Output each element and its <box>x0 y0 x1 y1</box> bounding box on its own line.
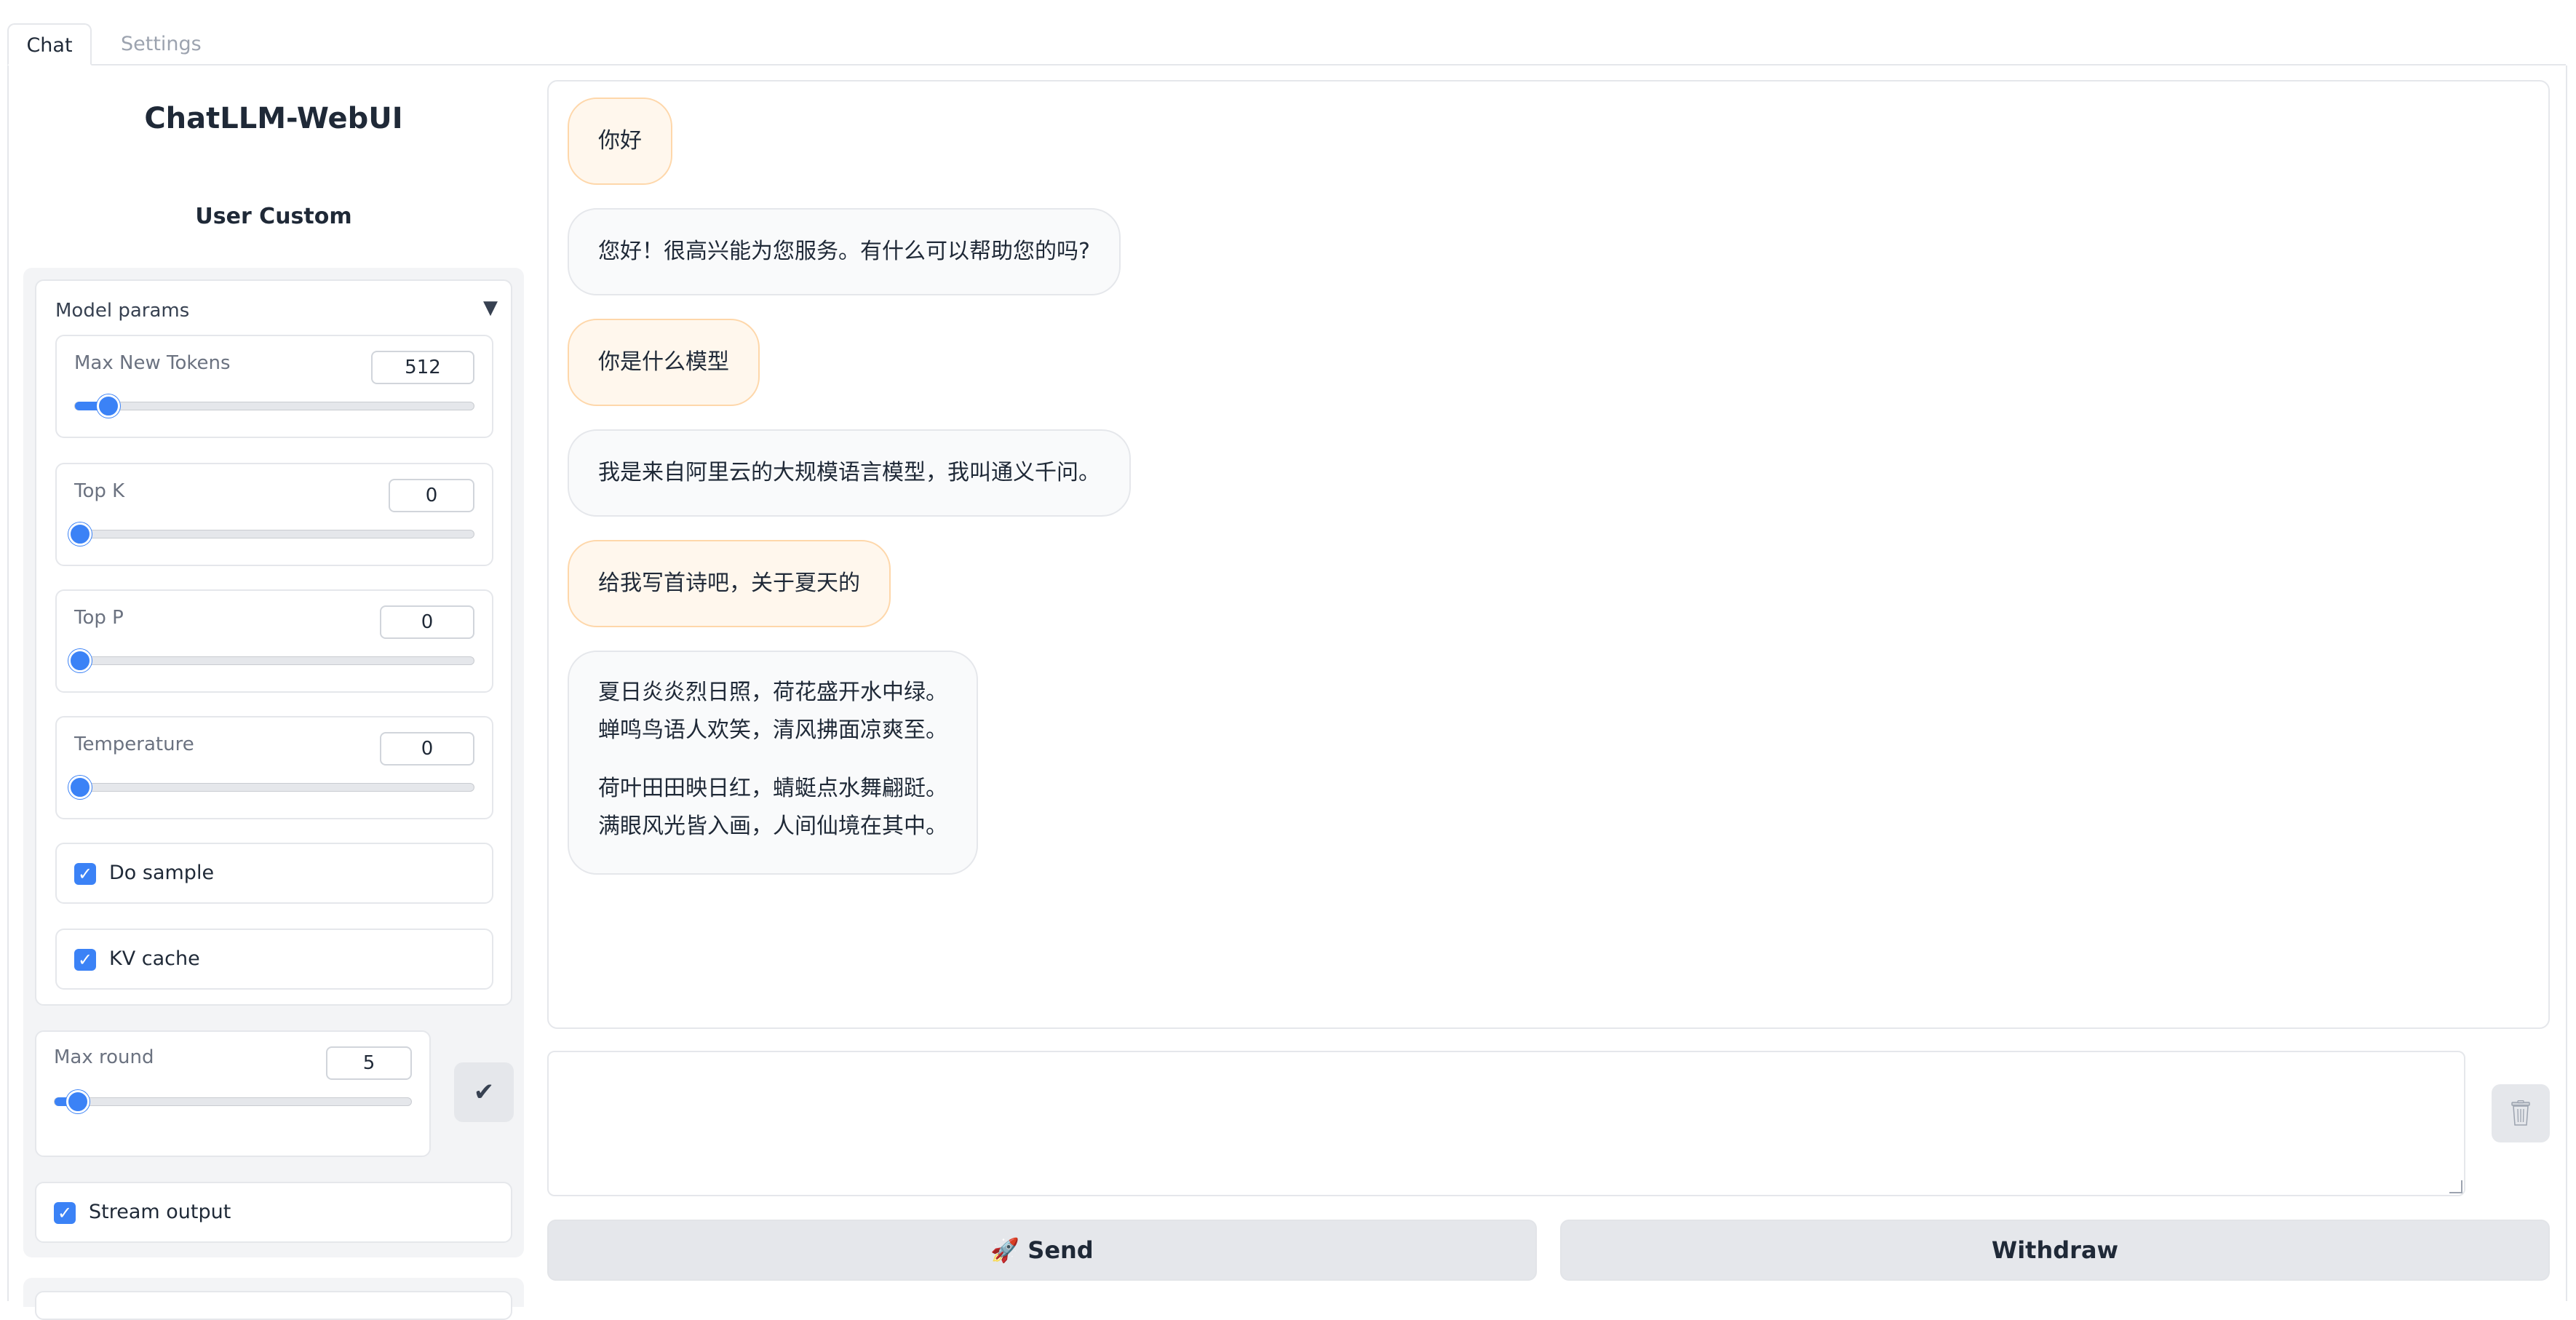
top-k-input[interactable]: 0 <box>389 479 474 512</box>
chatbot: 你好 您好！很高兴能为您服务。有什么可以帮助您的吗? 你是什么模型 我是来自阿里… <box>547 80 2550 1029</box>
caret-down-icon[interactable]: ▼ <box>483 297 498 319</box>
message-line: 你好 <box>598 128 642 154</box>
message-line: 夏日炎炎烈日照，荷花盛开水中绿。 <box>598 680 947 705</box>
chat-message-bot: 您好！很高兴能为您服务。有什么可以帮助您的吗? <box>568 208 1121 295</box>
max-new-tokens-track[interactable] <box>74 402 474 410</box>
withdraw-button[interactable]: Withdraw <box>1560 1220 2550 1281</box>
max-round-param: Max round 5 <box>35 1030 431 1157</box>
max-new-tokens-label: Max New Tokens <box>74 352 231 374</box>
message-line: 你是什么模型 <box>598 349 729 375</box>
top-k-label: Top K <box>74 480 125 502</box>
max-new-tokens-slider-thumb[interactable] <box>96 394 120 418</box>
sidebar-lower-block <box>35 1291 512 1320</box>
stream-output-label[interactable]: Stream output <box>89 1201 231 1223</box>
confirm-button[interactable]: ✔ <box>454 1062 514 1122</box>
top-k-track[interactable] <box>74 530 474 538</box>
top-k-param: Top K 0 <box>55 463 493 566</box>
sidebar-panel-lower <box>23 1278 524 1320</box>
tab-chat[interactable]: Chat <box>7 23 92 65</box>
message-line: 荷叶田田映日红，蜻蜓点水舞翩跹。 <box>598 776 947 801</box>
stream-output-checkbox[interactable]: ✓ <box>54 1202 76 1224</box>
do-sample-label[interactable]: Do sample <box>109 862 214 884</box>
kv-cache-row[interactable]: ✓ KV cache <box>55 929 493 990</box>
max-round-input[interactable]: 5 <box>326 1046 412 1080</box>
top-k-slider-thumb[interactable] <box>68 522 92 546</box>
kv-cache-label[interactable]: KV cache <box>109 947 200 970</box>
section-title: User Custom <box>195 204 352 229</box>
chat-message-user: 你好 <box>568 98 672 185</box>
top-p-track[interactable] <box>74 656 474 665</box>
message-line: 我是来自阿里云的大规模语言模型，我叫通义千问。 <box>598 460 1100 485</box>
chat-message-user: 你是什么模型 <box>568 319 760 406</box>
top-p-input[interactable]: 0 <box>380 605 474 639</box>
chat-message-bot: 夏日炎炎烈日照，荷花盛开水中绿。 蝉鸣鸟语人欢笑，清风拂面凉爽至。 荷叶田田映日… <box>568 651 978 875</box>
temperature-param: Temperature 0 <box>55 716 493 819</box>
send-button[interactable]: 🚀 Send <box>547 1220 1537 1281</box>
max-new-tokens-input[interactable]: 512 <box>371 351 474 384</box>
clear-button[interactable] <box>2492 1084 2550 1142</box>
temperature-label: Temperature <box>74 733 194 755</box>
temperature-slider-thumb[interactable] <box>68 776 92 799</box>
message-paragraph-gap <box>598 750 947 770</box>
trash-icon <box>2511 1100 2530 1126</box>
model-params-accordion: Model params ▼ Max New Tokens 512 Top K … <box>35 279 512 1006</box>
max-round-track[interactable] <box>54 1097 412 1106</box>
chat-message-user: 给我写首诗吧，关于夏天的 <box>568 540 891 627</box>
temperature-track[interactable] <box>74 783 474 792</box>
do-sample-row[interactable]: ✓ Do sample <box>55 843 493 904</box>
tab-settings[interactable]: Settings <box>99 23 223 65</box>
model-params-label[interactable]: Model params <box>55 300 189 322</box>
message-line: 满眼风光皆入画，人间仙境在其中。 <box>598 814 947 839</box>
stream-output-row[interactable]: ✓ Stream output <box>35 1182 512 1243</box>
resize-handle-icon[interactable] <box>2449 1180 2462 1193</box>
app-title: ChatLLM-WebUI <box>144 102 403 135</box>
max-round-slider-thumb[interactable] <box>65 1090 90 1113</box>
message-line: 给我写首诗吧，关于夏天的 <box>598 570 860 596</box>
temperature-input[interactable]: 0 <box>380 732 474 766</box>
kv-cache-checkbox[interactable]: ✓ <box>74 949 96 971</box>
tab-bar: Chat Settings <box>0 0 2576 67</box>
message-line: 蝉鸣鸟语人欢笑，清风拂面凉爽至。 <box>598 717 947 743</box>
max-round-label: Max round <box>54 1046 154 1068</box>
message-input[interactable] <box>547 1051 2465 1196</box>
max-new-tokens-param: Max New Tokens 512 <box>55 335 493 438</box>
top-p-label: Top P <box>74 607 124 629</box>
do-sample-checkbox[interactable]: ✓ <box>74 863 96 885</box>
message-line: 您好！很高兴能为您服务。有什么可以帮助您的吗? <box>598 239 1090 264</box>
top-p-param: Top P 0 <box>55 589 493 693</box>
chat-message-bot: 我是来自阿里云的大规模语言模型，我叫通义千问。 <box>568 429 1131 517</box>
top-p-slider-thumb[interactable] <box>68 649 92 672</box>
